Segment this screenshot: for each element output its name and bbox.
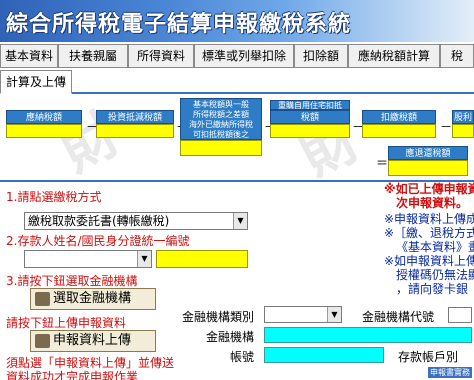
basic-tax-difference-label: 基本稅額與一般 所得稅額之差額 海外已繳納所得稅 可扣抵稅額後之 餘額 <box>180 98 262 149</box>
upload-icon <box>35 334 50 348</box>
tab-calc-upload[interactable]: 計算及上傳 <box>0 70 72 94</box>
deposit-type-label: 存款帳戶別 <box>398 350 459 364</box>
refund-tax-label: 應退還稅額 <box>388 146 468 160</box>
upload-button[interactable]: 申報資料上傳 <box>30 330 156 352</box>
note-line-8: ，請向發卡銀 <box>396 282 469 296</box>
tab-deductions[interactable]: 扣除額 <box>294 44 348 68</box>
tab-tax-calc[interactable]: 應納稅額計算 <box>348 44 440 68</box>
step1-label: 1.請點選繳稅方式 <box>6 190 102 204</box>
housing-loan-label: 重購自用住宅扣抵 <box>270 100 350 110</box>
investment-credit-field[interactable] <box>96 124 174 138</box>
investment-credit-label: 投資抵減稅額 <box>96 110 174 124</box>
tab-income[interactable]: 所得資料 <box>128 44 194 68</box>
bank-field[interactable] <box>264 327 472 343</box>
bank-code-field[interactable] <box>448 307 472 323</box>
withholding-label: 扣繳稅額 <box>362 110 436 124</box>
account-field[interactable] <box>264 347 384 363</box>
housing-loan-label-2: 稅額 <box>270 110 350 124</box>
step2-label: 2.存款人姓名/國民身分證統一編號 <box>6 234 190 248</box>
account-label: 帳號 <box>230 350 255 364</box>
bank-type-label: 金融機構類別 <box>182 310 255 324</box>
tab-row-2: 計算及上傳 <box>0 70 474 94</box>
bank-icon <box>35 292 50 306</box>
payable-tax-label: 應納稅額 <box>6 110 82 124</box>
payable-tax-field[interactable] <box>6 124 82 138</box>
chevron-down-icon: ▼ <box>137 251 151 267</box>
dividend-label: 股利 <box>452 110 474 124</box>
dividend-field[interactable] <box>452 124 474 138</box>
refund-tax-field[interactable] <box>388 160 468 176</box>
tab-row-1: 基本資料 扶養親屬 所得資料 標準或列舉扣除 扣除額 應納稅額計算 稅 <box>0 44 474 70</box>
tax-calculation-panel: 財 財 應納稅額 － 投資抵減稅額 ＋ 基本稅額與一般 所得稅額之差額 海外已繳… <box>0 96 474 178</box>
note-line-2: 次申報資料。 <box>396 196 469 210</box>
upload-hint: 請按下鈕上傳申報資料 <box>6 316 127 330</box>
chevron-down-icon: ▼ <box>233 213 247 229</box>
corner-badge: 申報書實務 <box>428 367 472 378</box>
upload-note-2: 資料成功才完成申報作業 <box>6 370 139 380</box>
depositor-select[interactable]: ▼ <box>24 250 152 268</box>
housing-loan-field[interactable] <box>270 124 350 138</box>
tab-dependents[interactable]: 扶養親屬 <box>58 44 128 68</box>
depositor-id-field[interactable] <box>156 250 248 268</box>
tab-basic-info[interactable]: 基本資料 <box>0 44 58 68</box>
select-bank-button[interactable]: 選取金融機構 <box>30 288 156 310</box>
title-bar: 綜合所得稅電子結算申報繳稅系統 <box>0 0 474 42</box>
payment-method-select[interactable]: 繳稅取款委託書(轉帳繳稅) ▼ <box>24 212 248 230</box>
step3-label: 3.請按下鈕選取金融機構 <box>6 274 138 288</box>
tab-deductions-choice[interactable]: 標準或列舉扣除 <box>194 44 294 68</box>
withholding-field[interactable] <box>362 124 436 138</box>
app-title: 綜合所得稅電子結算申報繳稅系統 <box>6 12 352 37</box>
bank-code-label: 金融機構代號 <box>362 310 435 324</box>
chevron-down-icon: ▼ <box>327 307 341 322</box>
payment-form: 1.請點選繳稅方式 繳稅取款委託書(轉帳繳稅) ▼ 2.存款人姓名/國民身分證統… <box>0 180 474 380</box>
equals-operator: ＝ <box>376 156 389 170</box>
bank-type-select[interactable]: ▼ <box>264 306 342 323</box>
basic-tax-difference-field[interactable] <box>180 140 262 156</box>
minus-operator: － <box>440 120 453 134</box>
tab-tax[interactable]: 稅 <box>440 44 474 68</box>
bank-label: 金融機構 <box>206 330 255 344</box>
